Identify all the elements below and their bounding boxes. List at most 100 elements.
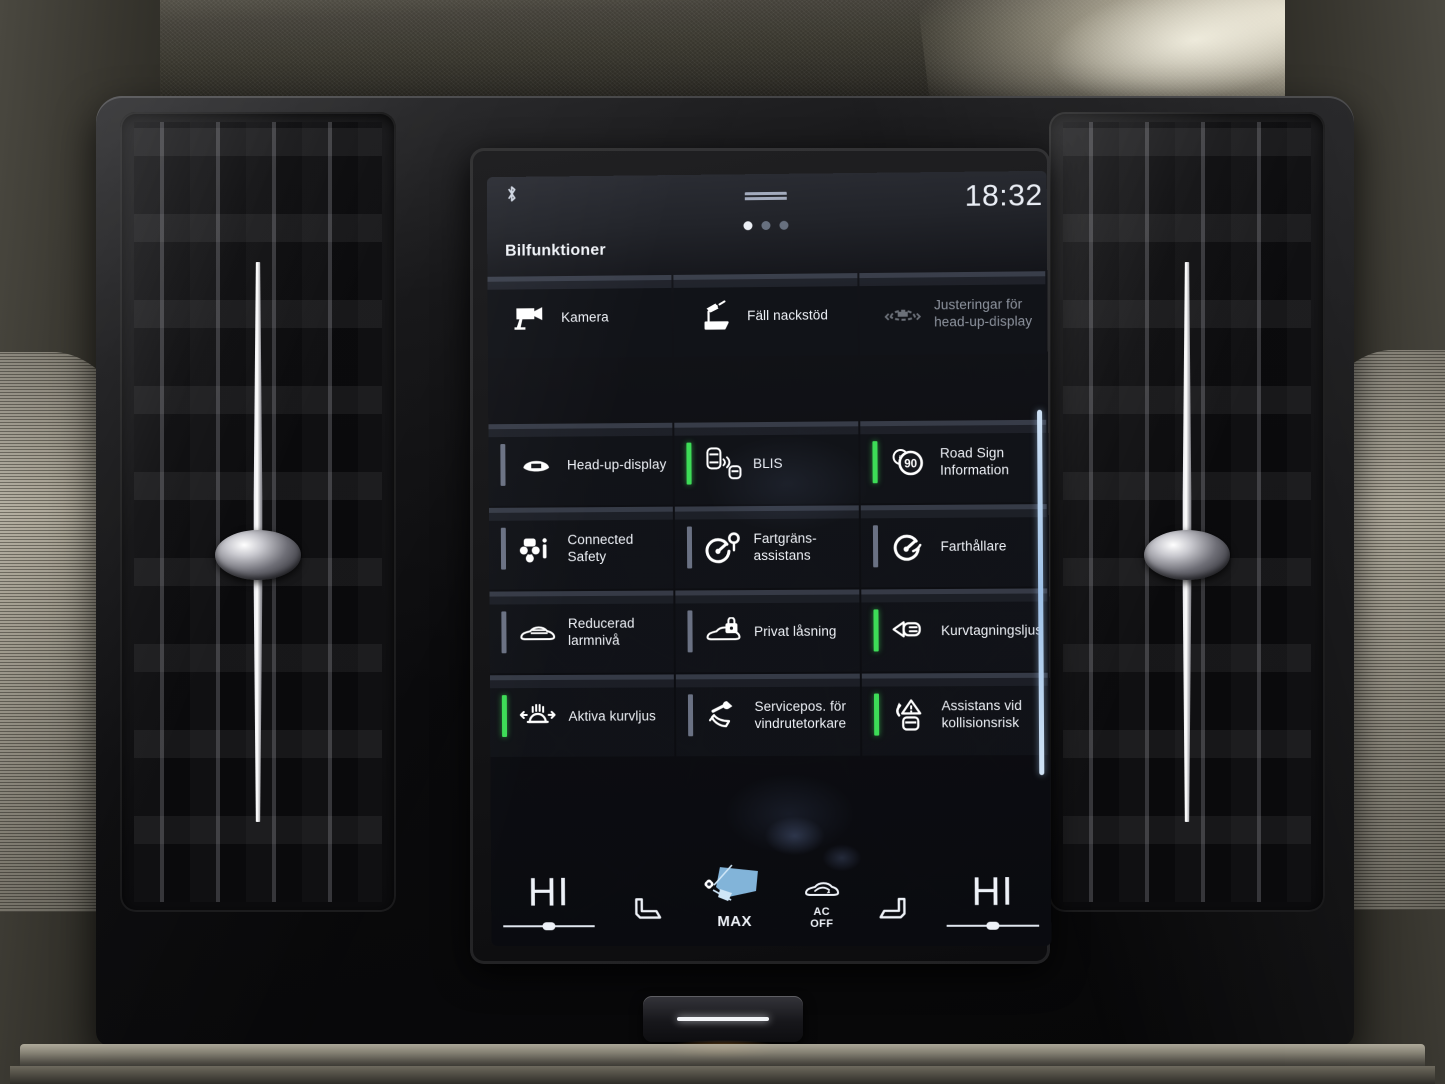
tile-label: Fartgräns-assistans [753, 530, 817, 564]
status-indicator [874, 693, 880, 736]
road-sign-icon: 5 90 [888, 443, 930, 481]
head-up-display-icon [515, 446, 557, 484]
lower-trim-strip [10, 1066, 1435, 1084]
left-temperature-slider[interactable] [503, 922, 594, 930]
tile-blis[interactable]: BLIS [673, 421, 859, 505]
tile-label: Fäll nackstöd [747, 306, 829, 323]
function-row-3: Reducerad larmnivå Privat låsning Kurvta… [489, 588, 1049, 674]
tile-justeringar-hud[interactable]: Justeringar för head-up-display [859, 271, 1046, 356]
ac-label-line1: AC [813, 905, 831, 918]
tile-label: BLIS [752, 455, 783, 471]
status-indicator [873, 609, 879, 652]
max-label: MAX [717, 913, 752, 931]
status-indicator [500, 444, 506, 486]
blind-spot-icon [701, 444, 743, 482]
camera-icon [509, 298, 551, 336]
reduced-alarm-icon [516, 613, 558, 651]
air-recirculation-icon [801, 875, 841, 903]
tile-kamera[interactable]: Kamera [487, 274, 672, 359]
right-temperature-slider[interactable] [947, 922, 1040, 930]
right-air-vent[interactable] [1049, 112, 1325, 912]
tile-label: Farthållare [940, 537, 1007, 554]
tile-aktiva-kurvljus[interactable]: Aktiva kurvljus [489, 674, 674, 757]
climate-bar: HI MAX AC OFF HI [491, 841, 1052, 946]
status-indicator [685, 442, 692, 485]
tile-label: Assistans vid kollisionsrisk [941, 697, 1023, 731]
fold-headrest-icon [695, 296, 737, 334]
clock: 18:32 [964, 178, 1043, 213]
connected-safety-icon [516, 529, 558, 567]
tile-label: Road Sign Information [939, 445, 1010, 478]
status-bar: 18:32 [487, 171, 1047, 249]
tile-privat-lasning[interactable]: Privat låsning [674, 589, 860, 673]
right-temperature-control[interactable]: HI [946, 851, 1039, 929]
left-temperature-control[interactable]: HI [503, 852, 595, 930]
page-title: Bilfunktioner [505, 241, 606, 260]
status-indicator [501, 695, 508, 737]
private-locking-icon [702, 612, 744, 650]
left-seat-heater-button[interactable] [625, 852, 667, 930]
tile-fall-nackstod[interactable]: Fäll nackstöd [672, 273, 859, 357]
shortcut-row: Kamera Fäll nackstöd Justeringar för hea… [487, 271, 1047, 359]
cornering-light-icon [889, 611, 931, 649]
right-temperature-value: HI [971, 869, 1014, 914]
tile-label: Aktiva kurvljus [568, 707, 656, 724]
vent-adjuster-knob[interactable] [1144, 530, 1230, 580]
car-interior-scene: 18:32 Bilfunktioner Kamera Fäll nackstöd… [0, 0, 1445, 1084]
display-bezel: 18:32 Bilfunktioner Kamera Fäll nackstöd… [470, 148, 1052, 964]
page-dot-3[interactable] [779, 220, 789, 230]
vent-adjuster-knob[interactable] [215, 530, 301, 580]
tile-label: Justeringar för head-up-display [933, 296, 1033, 330]
function-row-4: Aktiva kurvljus Servicepos. för vindrute… [489, 672, 1050, 757]
tile-road-sign-information[interactable]: 5 90 Road Sign Information [860, 419, 1047, 504]
tile-label: Privat låsning [753, 623, 837, 639]
collision-assist-icon [889, 695, 931, 733]
speed-limiter-icon [701, 528, 743, 566]
status-indicator [501, 611, 507, 654]
left-air-vent[interactable] [120, 112, 396, 912]
cruise-control-icon [888, 527, 930, 565]
max-defrost-button[interactable]: MAX [698, 852, 770, 930]
fan-icon [698, 857, 770, 909]
tile-label: Servicepos. för vindrutetorkare [754, 698, 847, 732]
tile-reducerad-larmniva[interactable]: Reducerad larmnivå [489, 590, 674, 674]
tile-servicepos-vindrutetorkare[interactable]: Servicepos. för vindrutetorkare [675, 673, 861, 757]
active-bending-light-icon [517, 697, 559, 735]
status-indicator [687, 694, 693, 737]
tile-label: Head-up-display [566, 456, 667, 472]
function-row-1: Head-up-display BLIS 90 Road Sign Inform… [488, 419, 1048, 506]
status-indicator [687, 610, 693, 653]
tile-farthallare[interactable]: Farthållare [860, 504, 1047, 588]
tile-label: Kurvtagningsljus [940, 622, 1043, 638]
tile-label: Reducerad larmnivå [567, 615, 635, 648]
tile-connected-safety[interactable]: Connected Safety [488, 506, 673, 590]
ac-off-button[interactable]: AC OFF [801, 852, 842, 930]
head-up-display-adjust-icon [882, 294, 924, 332]
function-grid: Kamera Fäll nackstöd Justeringar för hea… [487, 271, 1050, 759]
tile-label: Kamera [561, 309, 609, 325]
panel-drag-handle[interactable] [744, 191, 787, 204]
tile-fartgransassistans[interactable]: Fartgräns-assistans [674, 505, 860, 589]
tile-kurvtagningsljus[interactable]: Kurvtagningsljus [861, 588, 1048, 672]
left-temperature-value: HI [527, 870, 570, 915]
status-indicator [873, 525, 879, 568]
infotainment-screen[interactable]: 18:32 Bilfunktioner Kamera Fäll nackstöd… [486, 170, 1052, 947]
page-dot-1[interactable] [743, 221, 753, 231]
right-seat-heater-button[interactable] [873, 852, 916, 930]
seat-heater-icon [626, 892, 668, 930]
tile-head-up-display[interactable]: Head-up-display [488, 422, 673, 506]
function-row-2: Connected Safety Fartgräns-assistans Far… [488, 504, 1049, 590]
seat-heater-icon [873, 892, 915, 930]
status-indicator [500, 527, 507, 570]
status-indicator [872, 441, 878, 484]
tile-assistans-vid-kollisionsrisk[interactable]: Assistans vid kollisionsrisk [861, 672, 1048, 756]
page-dot-2[interactable] [761, 220, 771, 231]
bluetooth-icon [505, 185, 519, 203]
wiper-service-icon [702, 696, 744, 734]
page-indicator-dots[interactable] [743, 220, 789, 231]
status-indicator [686, 526, 692, 569]
grid-spacer [488, 356, 1048, 425]
home-button-indicator [676, 1017, 769, 1021]
ac-label-line2: OFF [810, 917, 834, 930]
home-button[interactable] [642, 996, 803, 1042]
